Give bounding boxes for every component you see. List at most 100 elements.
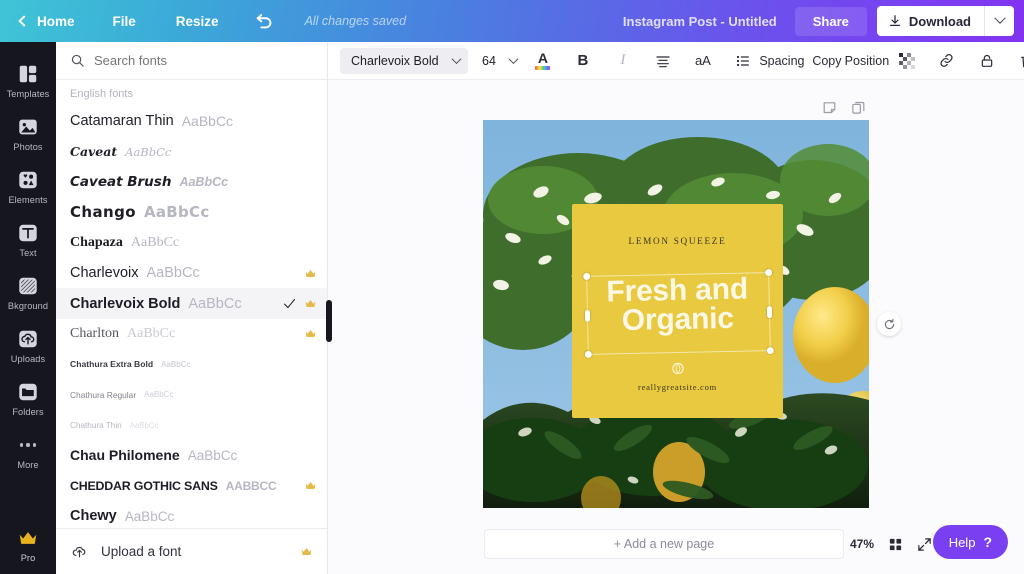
file-menu-button[interactable]: File [93, 0, 156, 42]
grid-view-icon[interactable] [888, 537, 903, 552]
font-row-chewy[interactable]: Chewy AaBbCc [56, 501, 327, 528]
font-family-dropdown[interactable]: Charlevoix Bold [340, 47, 468, 74]
sidebar-item-pro[interactable]: Pro [0, 518, 56, 574]
font-sample: AaBbCc [181, 113, 234, 130]
download-button-group: Download [876, 6, 1014, 36]
resize-handle-top-left[interactable] [583, 272, 591, 280]
lemon-logo-icon [671, 362, 684, 375]
font-row-caveat[interactable]: Caveat AaBbCc [56, 136, 327, 166]
font-list-scroll-area[interactable]: English fonts Catamaran Thin AaBbCc Cave… [56, 80, 327, 528]
bottom-status-bar: + Add a new page 47% Help ? [328, 518, 1024, 574]
download-arrow-icon [889, 15, 900, 26]
canvas-workspace[interactable]: LEMON SQUEEZE Fresh and Organic reallygr… [328, 80, 1024, 574]
delete-button[interactable] [1012, 46, 1024, 76]
text-selection-box[interactable] [583, 269, 774, 358]
spacing-button[interactable]: Spacing [759, 46, 804, 76]
home-button[interactable]: Home [14, 0, 93, 42]
templates-icon [19, 65, 37, 83]
sidebar-item-folders[interactable]: Folders [0, 372, 56, 425]
font-row-charlevoix-bold[interactable]: Charlevoix Bold AaBbCc [56, 288, 327, 319]
font-row-chathura-thin[interactable]: Chathura Thin AaBbCc [56, 410, 327, 440]
font-name: Chathura Thin [70, 420, 122, 430]
text-color-icon [535, 66, 551, 70]
font-name: Charlevoix [70, 265, 139, 282]
position-button[interactable]: Position [845, 46, 889, 76]
font-row-caveat-brush[interactable]: Caveat Brush AaBbCc [56, 167, 327, 197]
sidebar-item-photos[interactable]: Photos [0, 107, 56, 160]
font-size-value: 64 [482, 53, 496, 68]
duplicate-page-icon[interactable] [851, 100, 866, 115]
font-row-chango[interactable]: Chango AaBbCc [56, 197, 327, 227]
photo-icon [19, 119, 37, 135]
font-row-chathura-regular[interactable]: Chathura Regular AaBbCc [56, 380, 327, 410]
bullet-list-button[interactable] [728, 46, 758, 76]
font-family-value: Charlevoix Bold [351, 53, 439, 68]
download-label: Download [908, 13, 971, 29]
font-name: Chango [70, 203, 136, 222]
upload-cloud-icon [72, 546, 86, 558]
font-row-catamaran-thin[interactable]: Catamaran Thin AaBbCc [56, 106, 327, 136]
font-row-charlevoix[interactable]: Charlevoix AaBbCc [56, 258, 327, 288]
font-row-chathura-extra-bold[interactable]: Chathura Extra Bold AaBbCc [56, 349, 327, 379]
share-button[interactable]: Share [794, 6, 867, 36]
sidebar-item-text[interactable]: Text [0, 213, 56, 266]
font-size-dropdown[interactable]: 64 [468, 48, 523, 74]
font-name: Caveat [70, 144, 118, 160]
add-new-page-button[interactable]: + Add a new page [484, 529, 844, 559]
resize-button[interactable]: Resize [156, 0, 239, 42]
text-align-button[interactable] [648, 46, 678, 76]
font-name: Chapaza [70, 234, 123, 250]
trash-icon [1020, 56, 1024, 67]
resize-handle-middle-right[interactable] [766, 305, 773, 318]
crown-icon [305, 330, 316, 338]
folder-icon [19, 383, 37, 401]
font-row-chau-philomene[interactable]: Chau Philomene AaBbCc [56, 440, 327, 470]
italic-button[interactable]: I [608, 46, 638, 76]
text-icon [19, 224, 37, 242]
transparency-button[interactable] [892, 46, 922, 76]
sidebar-item-templates[interactable]: Templates [0, 54, 56, 107]
design-canvas[interactable]: LEMON SQUEEZE Fresh and Organic reallygr… [483, 120, 869, 508]
rotate-handle[interactable] [877, 312, 901, 336]
sidebar-item-elements[interactable]: Elements [0, 160, 56, 213]
zoom-controls-group: 47% [850, 529, 932, 559]
link-button[interactable] [932, 46, 962, 76]
download-button[interactable]: Download [877, 6, 984, 36]
bullet-list-icon [736, 55, 749, 66]
sidebar-item-background[interactable]: Bkground [0, 266, 56, 319]
font-sample: AaBbCc [130, 234, 180, 250]
font-list-scrollbar[interactable] [326, 300, 332, 342]
text-case-button[interactable]: aA [688, 46, 718, 76]
chevron-left-icon [18, 15, 30, 27]
sidebar-item-uploads[interactable]: Uploads [0, 319, 56, 372]
resize-handle-middle-left[interactable] [584, 309, 591, 322]
sidebar-item-more[interactable]: More [0, 425, 56, 478]
font-group-label: English fonts [70, 88, 133, 100]
upload-row-icons [300, 545, 313, 558]
font-row-cheddar-gothic-sans[interactable]: CHEDDAR GOTHIC SANS AABBCC [56, 471, 327, 501]
fullscreen-icon[interactable] [917, 537, 932, 552]
search-input[interactable] [94, 53, 313, 68]
document-title[interactable]: Instagram Post - Untitled [605, 14, 795, 29]
download-options-button[interactable] [984, 6, 1014, 36]
font-search-row[interactable] [56, 42, 327, 80]
help-button[interactable]: Help ? [932, 525, 1008, 559]
copy-button[interactable]: Copy [812, 46, 842, 76]
zoom-level-value[interactable]: 47% [850, 537, 874, 551]
help-label: Help [948, 534, 976, 550]
resize-handle-top-right[interactable] [765, 269, 773, 277]
bold-button[interactable]: B [568, 46, 598, 76]
text-color-button[interactable]: A [528, 46, 558, 76]
notes-icon[interactable] [822, 100, 837, 115]
font-row-chapaza[interactable]: Chapaza AaBbCc [56, 228, 327, 258]
lock-button[interactable] [972, 46, 1002, 76]
elements-icon [19, 171, 37, 189]
font-row-icons [304, 327, 317, 340]
font-row-charlton[interactable]: Charlton AaBbCc [56, 319, 327, 349]
undo-button[interactable] [239, 0, 289, 42]
design-page[interactable]: LEMON SQUEEZE Fresh and Organic reallygr… [483, 120, 869, 508]
resize-handle-bottom-left[interactable] [584, 350, 592, 358]
font-sample: AaBbCc [125, 144, 172, 159]
upload-font-button[interactable]: Upload a font [56, 528, 327, 574]
chevron-down-icon [993, 12, 1006, 24]
